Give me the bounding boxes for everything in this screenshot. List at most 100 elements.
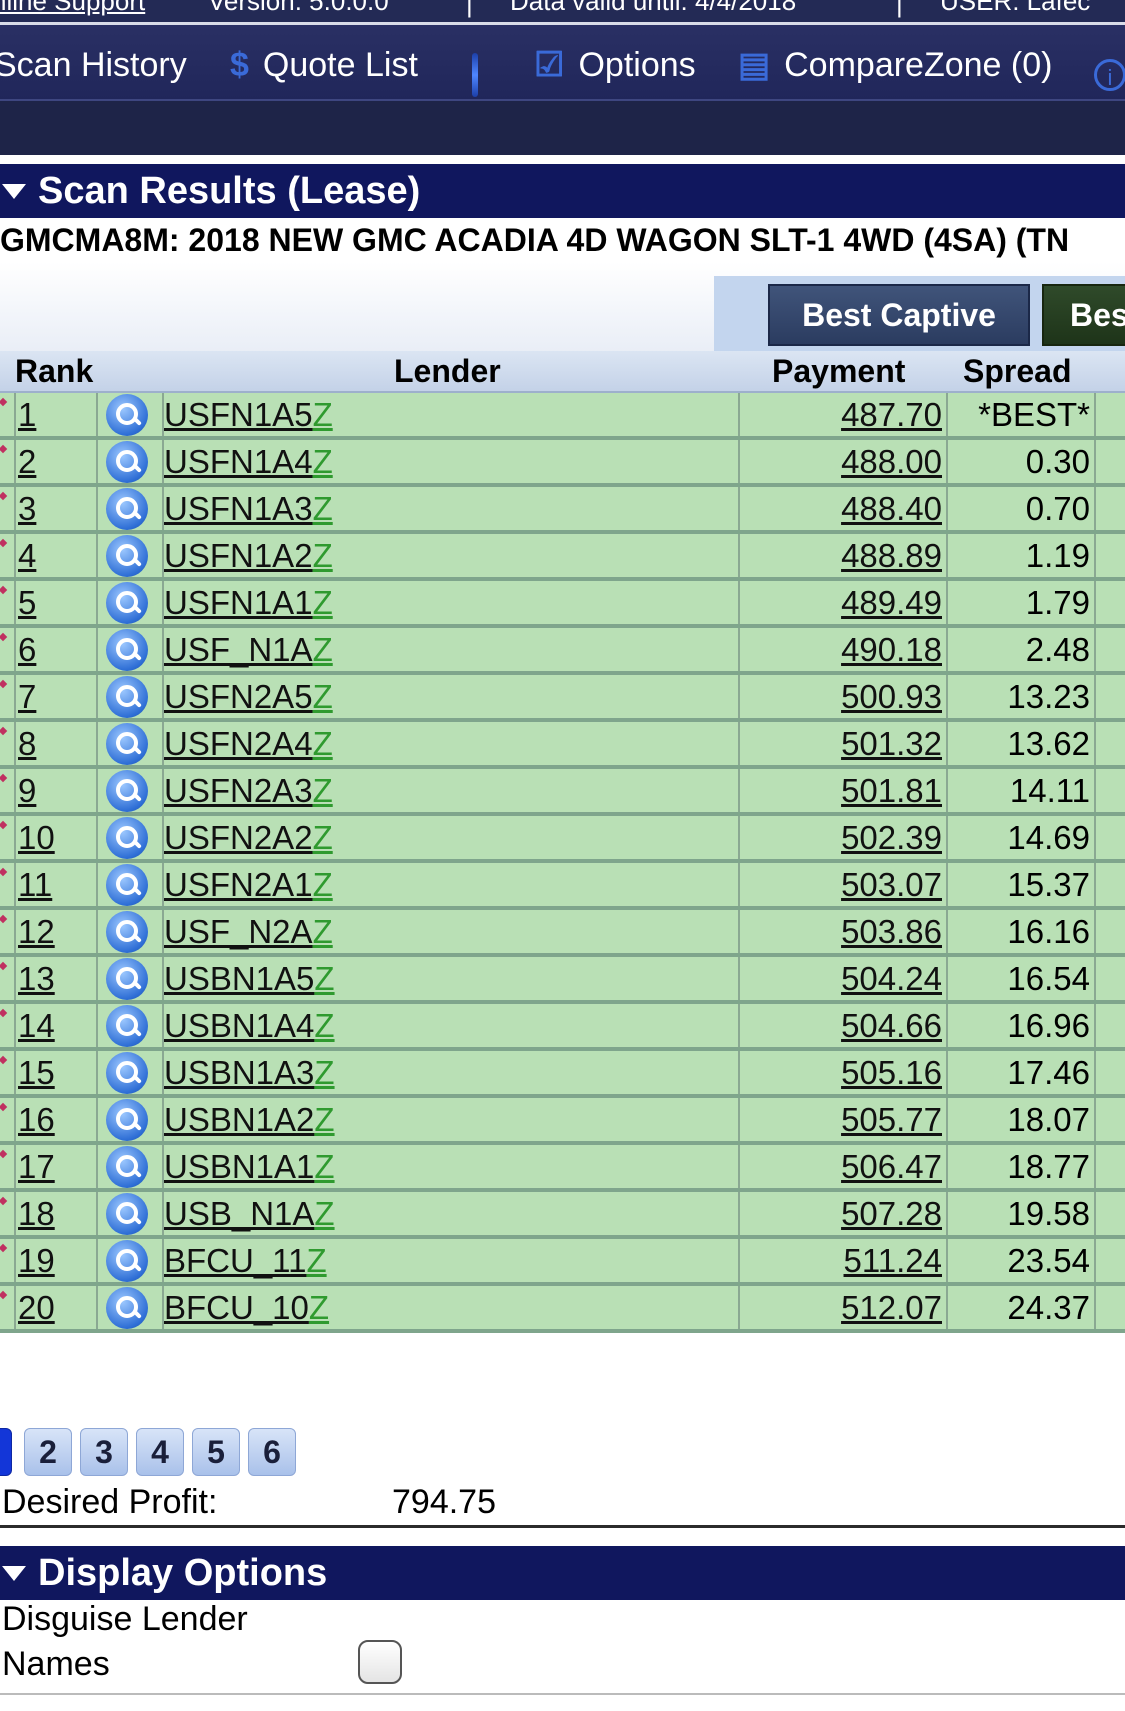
lender-suffix[interactable]: Z <box>313 490 333 527</box>
rank-link[interactable]: 4 <box>18 537 36 574</box>
table-row[interactable]: 14 USBN1A4Z 504.66 16.96 <box>0 1004 1125 1051</box>
lender-suffix[interactable]: Z <box>313 443 333 480</box>
rank-link[interactable]: 11 <box>18 866 52 903</box>
table-row[interactable]: 2 USFN1A4Z 488.00 0.30 <box>0 440 1125 487</box>
payment-link[interactable]: 503.07 <box>841 866 942 903</box>
lender-suffix[interactable]: Z <box>313 913 333 950</box>
lender-suffix[interactable]: Z <box>313 866 333 903</box>
lender-link[interactable]: USFN1A2 <box>164 537 313 574</box>
magnifier-icon[interactable] <box>106 629 148 671</box>
rank-link[interactable]: 16 <box>18 1101 55 1138</box>
rank-link[interactable]: 3 <box>18 490 36 527</box>
lender-link[interactable]: USBN1A4 <box>164 1007 314 1044</box>
magnifier-icon[interactable] <box>106 1193 148 1235</box>
rank-link[interactable]: 9 <box>18 772 36 809</box>
lender-suffix[interactable]: Z <box>313 678 333 715</box>
lender-link[interactable]: BFCU_11 <box>164 1242 306 1279</box>
table-row[interactable]: 8 USFN2A4Z 501.32 13.62 <box>0 722 1125 769</box>
lender-suffix[interactable]: Z <box>313 584 333 621</box>
display-options-header[interactable]: Display Options <box>0 1546 1125 1600</box>
table-row[interactable]: 17 USBN1A1Z 506.47 18.77 <box>0 1145 1125 1192</box>
scan-results-header[interactable]: Scan Results (Lease) <box>0 164 1125 218</box>
lender-suffix[interactable]: Z <box>306 1242 326 1279</box>
magnifier-icon[interactable] <box>106 676 148 718</box>
lender-suffix[interactable]: Z <box>313 537 333 574</box>
rank-link[interactable]: 6 <box>18 631 36 668</box>
magnifier-icon[interactable] <box>106 1240 148 1282</box>
magnifier-icon[interactable] <box>106 1146 148 1188</box>
rank-link[interactable]: 1 <box>18 396 36 433</box>
magnifier-icon[interactable] <box>106 864 148 906</box>
table-row[interactable]: 20 BFCU_10Z 512.07 24.37 <box>0 1286 1125 1333</box>
rank-link[interactable]: 13 <box>18 960 55 997</box>
magnifier-icon[interactable] <box>106 1099 148 1141</box>
payment-link[interactable]: 507.28 <box>841 1195 942 1232</box>
lender-suffix[interactable]: Z <box>313 772 333 809</box>
lender-link[interactable]: USFN2A2 <box>164 819 313 856</box>
lender-link[interactable]: USFN1A5 <box>164 396 313 433</box>
table-row[interactable]: 4 USFN1A2Z 488.89 1.19 <box>0 534 1125 581</box>
lender-link[interactable]: USFN2A3 <box>164 772 313 809</box>
lender-link[interactable]: USF_N1A <box>164 631 313 668</box>
magnifier-icon[interactable] <box>106 1005 148 1047</box>
lender-suffix[interactable]: Z <box>314 1148 334 1185</box>
lender-column-header[interactable]: Lender <box>394 351 501 391</box>
table-row[interactable]: 9 USFN2A3Z 501.81 14.11 <box>0 769 1125 816</box>
payment-link[interactable]: 506.47 <box>841 1148 942 1185</box>
payment-link[interactable]: 511.24 <box>844 1242 942 1279</box>
payment-link[interactable]: 487.70 <box>841 396 942 433</box>
magnifier-icon[interactable] <box>106 958 148 1000</box>
lender-link[interactable]: USFN2A5 <box>164 678 313 715</box>
nav-compare-zone[interactable]: ▤ CompareZone (0) <box>738 45 1052 85</box>
page-button[interactable]: 2 <box>24 1428 72 1476</box>
disguise-lender-checkbox[interactable] <box>358 1640 402 1684</box>
table-row[interactable]: 7 USFN2A5Z 500.93 13.23 <box>0 675 1125 722</box>
page-current[interactable]: 1 <box>0 1428 12 1476</box>
lender-suffix[interactable]: Z <box>314 1101 334 1138</box>
page-button[interactable]: 3 <box>80 1428 128 1476</box>
rank-link[interactable]: 17 <box>18 1148 55 1185</box>
magnifier-icon[interactable] <box>106 394 148 436</box>
magnifier-icon[interactable] <box>106 817 148 859</box>
table-row[interactable]: 12 USF_N2AZ 503.86 16.16 <box>0 910 1125 957</box>
nav-options[interactable]: ☑ Options <box>534 45 696 85</box>
lender-suffix[interactable]: Z <box>314 1054 334 1091</box>
payment-link[interactable]: 505.77 <box>841 1101 942 1138</box>
magnifier-icon[interactable] <box>106 770 148 812</box>
payment-link[interactable]: 501.81 <box>841 772 942 809</box>
magnifier-icon[interactable] <box>106 441 148 483</box>
table-row[interactable]: 6 USF_N1AZ 490.18 2.48 <box>0 628 1125 675</box>
rank-link[interactable]: 2 <box>18 443 36 480</box>
info-icon[interactable]: i <box>1094 59 1125 91</box>
lender-link[interactable]: USFN1A3 <box>164 490 313 527</box>
payment-link[interactable]: 501.32 <box>841 725 942 762</box>
lender-suffix[interactable]: Z <box>309 1289 329 1326</box>
payment-link[interactable]: 500.93 <box>841 678 942 715</box>
magnifier-icon[interactable] <box>106 1287 148 1329</box>
rank-link[interactable]: 8 <box>18 725 36 762</box>
payment-link[interactable]: 505.16 <box>841 1054 942 1091</box>
rank-link[interactable]: 5 <box>18 584 36 621</box>
table-row[interactable]: 13 USBN1A5Z 504.24 16.54 <box>0 957 1125 1004</box>
nav-quote-list[interactable]: $ Quote List <box>230 45 418 85</box>
lender-suffix[interactable]: Z <box>313 396 333 433</box>
rank-link[interactable]: 20 <box>18 1289 55 1326</box>
rank-column-header[interactable]: Rank <box>15 351 93 391</box>
lender-suffix[interactable]: Z <box>314 1195 334 1232</box>
magnifier-icon[interactable] <box>106 582 148 624</box>
payment-link[interactable]: 504.24 <box>841 960 942 997</box>
payment-link[interactable]: 489.49 <box>841 584 942 621</box>
table-row[interactable]: 11 USFN2A1Z 503.07 15.37 <box>0 863 1125 910</box>
table-row[interactable]: 18 USB_N1AZ 507.28 19.58 <box>0 1192 1125 1239</box>
rank-link[interactable]: 19 <box>18 1242 55 1279</box>
magnifier-icon[interactable] <box>106 535 148 577</box>
lender-link[interactable]: USFN2A1 <box>164 866 313 903</box>
lender-link[interactable]: USFN1A4 <box>164 443 313 480</box>
rank-link[interactable]: 18 <box>18 1195 55 1232</box>
lender-link[interactable]: USFN1A1 <box>164 584 313 621</box>
table-row[interactable]: 16 USBN1A2Z 505.77 18.07 <box>0 1098 1125 1145</box>
online-support-link[interactable]: nline Support <box>0 0 145 17</box>
lender-suffix[interactable]: Z <box>313 819 333 856</box>
nav-scan-history[interactable]: Scan History <box>0 45 187 85</box>
rank-link[interactable]: 14 <box>18 1007 55 1044</box>
